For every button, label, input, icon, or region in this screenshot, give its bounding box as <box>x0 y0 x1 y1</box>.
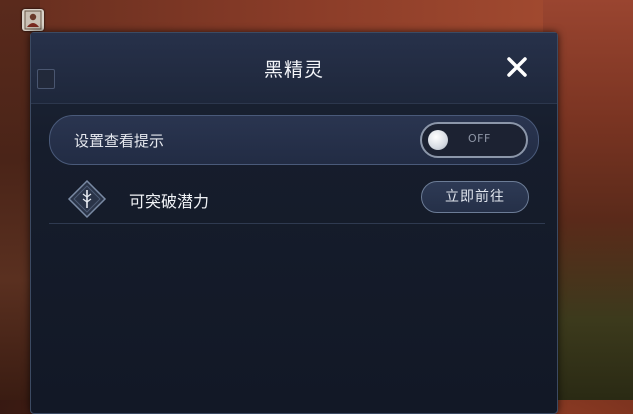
dialog-title: 黑精灵 <box>263 59 324 81</box>
go-now-button[interactable]: 立即前往 <box>421 181 529 213</box>
background-top <box>40 0 560 34</box>
close-icon <box>507 57 527 77</box>
dialog-header: 黑精灵 <box>31 33 557 104</box>
view-hint-setting-label: 设置查看提示 <box>74 132 165 150</box>
black-elf-dialog: 黑精灵 设置查看提示 OFF 可突破潜力 立即前往 <box>30 32 558 414</box>
item-label: 可突破潜力 <box>129 192 210 211</box>
potential-diamond-icon <box>67 179 107 219</box>
toggle-knob <box>428 130 448 150</box>
toggle-state-text: OFF <box>468 132 491 145</box>
close-button[interactable] <box>503 53 531 81</box>
view-hint-toggle[interactable]: OFF <box>420 122 528 158</box>
view-hint-setting-row: 设置查看提示 OFF <box>49 115 539 165</box>
list-item: 可突破潜力 立即前往 <box>49 173 545 224</box>
portrait-icon[interactable] <box>22 9 44 31</box>
